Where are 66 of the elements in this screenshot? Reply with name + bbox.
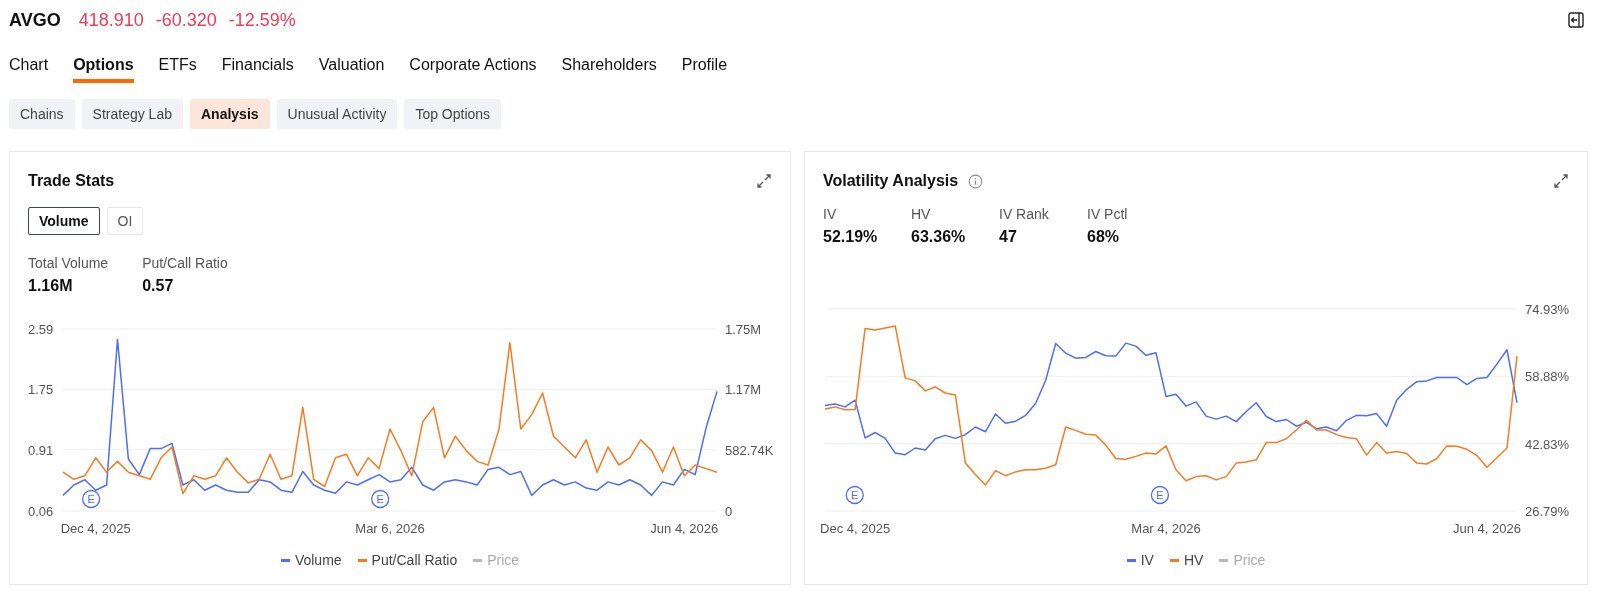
axis-label: 0.06 — [28, 504, 54, 519]
expand-icon[interactable] — [756, 173, 772, 189]
legend-item[interactable]: HV — [1183, 552, 1204, 568]
expand-icon[interactable] — [1553, 173, 1569, 189]
nav-tab[interactable]: Chart — [9, 51, 49, 79]
axis-label: 0.91 — [28, 442, 54, 458]
stat-label: Total Volume — [28, 255, 109, 271]
collapse-panel-icon[interactable] — [1568, 12, 1584, 28]
date-label: Mar 6, 2026 — [355, 521, 425, 536]
stat-label: IV Rank — [999, 206, 1050, 222]
stat-label: HV — [911, 206, 932, 222]
annotation: E — [376, 493, 384, 505]
sub-tab[interactable]: Strategy Lab — [81, 99, 183, 129]
stat-label: IV Pctl — [1087, 206, 1129, 222]
nav-tab[interactable]: Corporate Actions — [409, 51, 537, 79]
axis-label: 74.93% — [1525, 302, 1570, 317]
annotation: E — [1156, 489, 1164, 501]
earnings-marker[interactable]: E — [371, 489, 390, 509]
axis-label: 1.75M — [725, 322, 762, 337]
card-title: Volatility Analysis — [823, 172, 959, 190]
percent-change: -12.59% — [228, 9, 296, 31]
sub-tab[interactable]: Chains — [9, 99, 75, 129]
sub-tab[interactable]: Unusual Activity — [276, 99, 398, 129]
sub-tab[interactable]: Top Options — [404, 99, 502, 129]
axis-label: 0 — [725, 504, 733, 519]
earnings-marker[interactable]: E — [1150, 485, 1170, 505]
card-title: Trade Stats — [28, 172, 115, 190]
annotation: E — [851, 489, 859, 501]
sub-tab[interactable]: Analysis — [190, 99, 270, 129]
nav-tab[interactable]: Valuation — [318, 51, 385, 79]
stat-value: 52.19% — [823, 228, 879, 246]
axis-label: 42.83% — [1525, 436, 1570, 452]
stat-label: Put/Call Ratio — [142, 255, 228, 271]
legend-item[interactable]: IV — [1140, 552, 1154, 568]
stock-price: 418.910 — [78, 9, 144, 31]
date-label: Dec 4, 2025 — [60, 521, 131, 536]
nav-tab[interactable]: Profile — [681, 51, 728, 79]
axis-label: 2.59 — [28, 322, 54, 337]
date-label: Jun 4, 2026 — [1452, 521, 1521, 536]
info-icon[interactable] — [968, 173, 984, 189]
earnings-marker[interactable]: E — [81, 489, 101, 509]
axis-label: 1.17M — [725, 382, 762, 398]
date-label: Jun 4, 2026 — [650, 521, 719, 536]
stat-value: 1.16M — [28, 277, 74, 295]
legend-item[interactable]: Put/Call Ratio — [371, 552, 458, 568]
toggle-button[interactable]: Volume — [28, 207, 100, 235]
axis-label: 582.74K — [725, 443, 774, 459]
price-change: -60.320 — [155, 9, 217, 31]
legend-item[interactable]: Volume — [294, 552, 342, 568]
annotation: E — [87, 493, 95, 505]
stat-value: 47 — [999, 228, 1018, 246]
axis-label: 26.79% — [1525, 504, 1570, 519]
nav-tab[interactable]: Shareholders — [561, 51, 657, 79]
axis-label: 58.88% — [1525, 369, 1570, 385]
stat-value: 63.36% — [911, 228, 967, 246]
nav-tab[interactable]: Financials — [221, 51, 294, 79]
nav-tab[interactable]: ETFs — [158, 51, 197, 79]
ticker-symbol: AVGO — [9, 9, 61, 31]
stat-value: 68% — [1087, 228, 1121, 246]
date-label: Dec 4, 2025 — [820, 521, 891, 536]
toggle-button[interactable]: OI — [106, 207, 144, 235]
earnings-marker[interactable]: E — [845, 485, 864, 505]
date-label: Mar 4, 2026 — [1131, 521, 1201, 536]
axis-label: 1.75 — [28, 382, 54, 398]
stat-label: IV — [823, 206, 838, 222]
stat-value: 0.57 — [142, 277, 175, 295]
